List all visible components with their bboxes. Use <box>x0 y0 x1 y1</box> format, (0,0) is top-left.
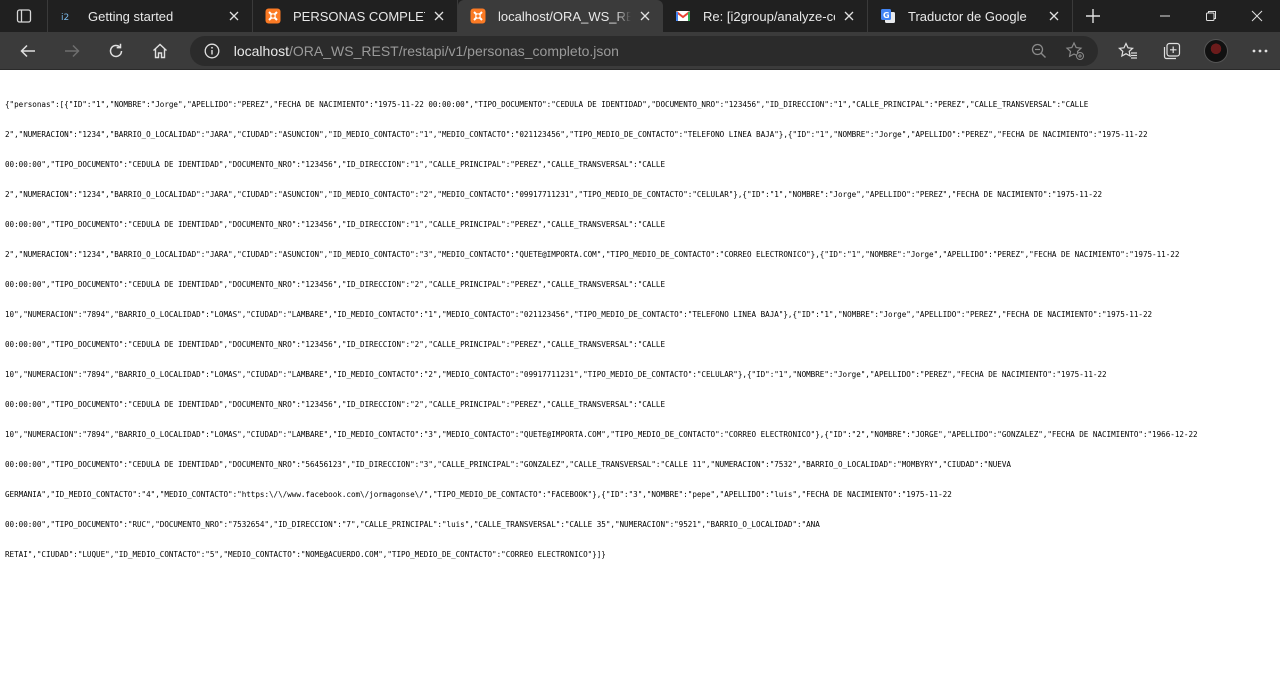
tab-actions-button[interactable] <box>0 0 48 32</box>
browser-toolbar: localhost/ORA_WS_REST/restapi/v1/persona… <box>0 32 1280 70</box>
json-line: 00:00:00","TIPO_DOCUMENTO":"RUC","DOCUME… <box>5 520 820 529</box>
tab-personas-completo[interactable]: PERSONAS COMPLETO <box>253 0 458 32</box>
json-line: 10","NUMERACION":"7894","BARRIO_O_LOCALI… <box>5 370 1107 379</box>
close-icon[interactable] <box>431 8 447 24</box>
url-path: /ORA_WS_REST/restapi/v1/personas_complet… <box>289 42 619 59</box>
collections-icon <box>1163 42 1181 60</box>
close-icon <box>1251 10 1263 22</box>
tab-strip: i2 Getting started PERSONAS COMPLETO loc… <box>0 0 1280 32</box>
json-line: 00:00:00","TIPO_DOCUMENTO":"CEDULA DE ID… <box>5 340 666 349</box>
json-line: 2","NUMERACION":"1234","BARRIO_O_LOCALID… <box>5 130 1148 139</box>
json-line: 00:00:00","TIPO_DOCUMENTO":"CEDULA DE ID… <box>5 280 666 289</box>
xampp-icon <box>470 8 486 24</box>
tab-localhost-active[interactable]: localhost/ORA_WS_REST/r <box>458 0 663 32</box>
tab-title: Re: [i2group/analyze-conn <box>703 8 835 24</box>
tab-title: PERSONAS COMPLETO <box>293 8 425 24</box>
xampp-icon <box>265 8 281 24</box>
url-text[interactable]: localhost/ORA_WS_REST/restapi/v1/persona… <box>234 43 1016 59</box>
info-icon[interactable] <box>204 43 220 59</box>
right-toolbar <box>1104 35 1280 67</box>
json-line: GERMANIA","ID_MEDIO_CONTACTO":"4","MEDIO… <box>5 490 952 499</box>
address-bar[interactable]: localhost/ORA_WS_REST/restapi/v1/persona… <box>189 35 1099 66</box>
more-button[interactable] <box>1240 35 1280 67</box>
refresh-icon <box>107 42 125 60</box>
close-icon[interactable] <box>226 8 242 24</box>
close-icon[interactable] <box>637 8 653 24</box>
plus-icon <box>1085 8 1101 24</box>
favorites-button[interactable] <box>1108 35 1148 67</box>
refresh-button[interactable] <box>98 35 134 67</box>
minimize-icon <box>1159 10 1171 22</box>
close-icon[interactable] <box>841 8 857 24</box>
json-line: 00:00:00","TIPO_DOCUMENTO":"CEDULA DE ID… <box>5 400 666 409</box>
arrow-right-icon <box>63 42 81 60</box>
close-window-button[interactable] <box>1234 0 1280 32</box>
back-button[interactable] <box>10 35 46 67</box>
tab-getting-started[interactable]: i2 Getting started <box>48 0 253 32</box>
json-line: 00:00:00","TIPO_DOCUMENTO":"CEDULA DE ID… <box>5 220 666 229</box>
i2-icon: i2 <box>60 8 76 24</box>
page-content: {"personas":[{"ID":"1","NOMBRE":"Jorge",… <box>0 70 1280 680</box>
tab-actions-icon <box>16 8 32 24</box>
tab-title: localhost/ORA_WS_REST/r <box>498 8 631 24</box>
home-icon <box>151 42 169 60</box>
restore-icon <box>1205 10 1217 22</box>
close-icon[interactable] <box>1046 8 1062 24</box>
json-response-text: {"personas":[{"ID":"1","NOMBRE":"Jorge",… <box>5 80 1280 580</box>
gmail-icon <box>675 8 691 24</box>
profile-button[interactable] <box>1196 35 1236 67</box>
svg-text:G: G <box>883 11 890 20</box>
window-controls <box>1142 0 1280 32</box>
json-line: 2","NUMERACION":"1234","BARRIO_O_LOCALID… <box>5 190 1102 199</box>
tab-google-translate[interactable]: G Traductor de Google <box>868 0 1073 32</box>
google-translate-icon: G <box>880 8 896 24</box>
collections-button[interactable] <box>1152 35 1192 67</box>
json-line: {"personas":[{"ID":"1","NOMBRE":"Jorge",… <box>5 100 1089 109</box>
minimize-button[interactable] <box>1142 0 1188 32</box>
json-line: 10","NUMERACION":"7894","BARRIO_O_LOCALI… <box>5 430 1198 439</box>
json-line: 00:00:00","TIPO_DOCUMENTO":"CEDULA DE ID… <box>5 160 666 169</box>
tab-title: Getting started <box>88 8 174 24</box>
zoom-icon[interactable] <box>1026 38 1052 64</box>
json-line: 2","NUMERACION":"1234","BARRIO_O_LOCALID… <box>5 250 1180 259</box>
new-tab-button[interactable] <box>1073 0 1113 32</box>
arrow-left-icon <box>19 42 37 60</box>
svg-text:i2: i2 <box>61 13 69 23</box>
restore-button[interactable] <box>1188 0 1234 32</box>
json-line: RETAI","CIUDAD":"LUQUE","ID_MEDIO_CONTAC… <box>5 550 606 559</box>
tab-title: Traductor de Google <box>908 8 1027 24</box>
tab-gmail[interactable]: Re: [i2group/analyze-conn <box>663 0 868 32</box>
json-line: 10","NUMERACION":"7894","BARRIO_O_LOCALI… <box>5 310 1153 319</box>
avatar <box>1204 38 1229 63</box>
url-host: localhost <box>233 42 290 59</box>
favorites-icon <box>1118 41 1138 60</box>
more-icon <box>1251 48 1269 54</box>
home-button[interactable] <box>142 35 178 67</box>
add-favorite-icon[interactable] <box>1062 38 1088 64</box>
forward-button[interactable] <box>54 35 90 67</box>
json-line: 00:00:00","TIPO_DOCUMENTO":"CEDULA DE ID… <box>5 460 1011 469</box>
